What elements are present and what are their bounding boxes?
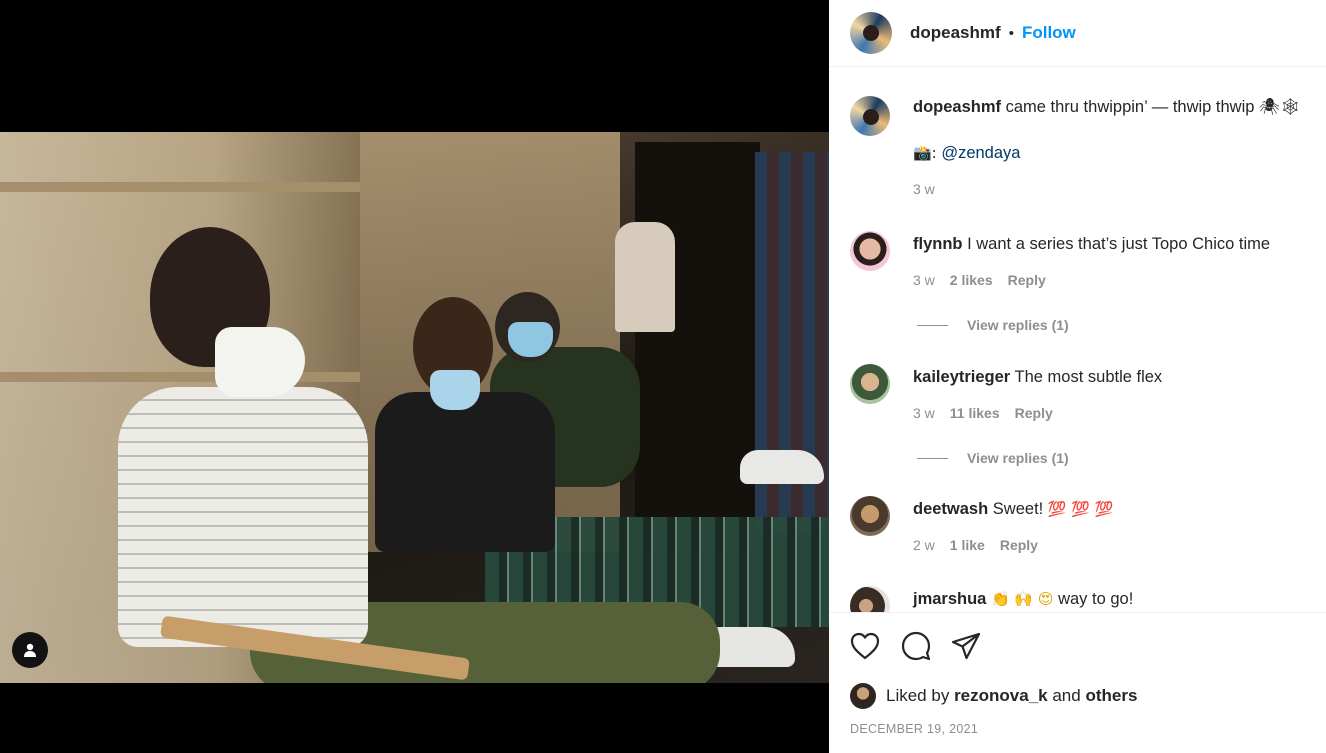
- comment-likes[interactable]: 2 likes: [950, 272, 993, 288]
- post-photo[interactable]: [0, 132, 829, 683]
- comment-item: kaileytrieger The most subtle flex 3 w 1…: [850, 364, 1162, 421]
- reply-button[interactable]: Reply: [1000, 537, 1038, 553]
- caption-credit: 📸: @zendaya: [913, 142, 1301, 164]
- caption-username[interactable]: dopeashmf: [913, 98, 1001, 116]
- post-actions: Liked by rezonova_k and others DECEMBER …: [829, 612, 1326, 753]
- view-replies-label: View replies (1): [967, 317, 1069, 333]
- comment-text: way to go!: [1058, 590, 1134, 608]
- comment-item: deetwash Sweet! 💯 💯 💯 2 w 1 like Reply: [850, 496, 1113, 553]
- photo-beam: [0, 372, 360, 382]
- mention-link[interactable]: @zendaya: [941, 144, 1020, 162]
- reply-button[interactable]: Reply: [1008, 272, 1046, 288]
- post-header: dopeashmf • Follow: [829, 0, 1326, 67]
- avatar[interactable]: [850, 231, 890, 271]
- comment-username[interactable]: kaileytrieger: [913, 368, 1010, 386]
- photo-mask: [430, 370, 480, 410]
- comment-button[interactable]: [899, 629, 933, 663]
- comment-time[interactable]: 2 w: [913, 537, 935, 553]
- comment-time[interactable]: 3 w: [913, 405, 935, 421]
- avatar[interactable]: [850, 586, 890, 612]
- share-icon: [951, 632, 981, 660]
- liked-by-prefix: Liked by: [886, 686, 950, 705]
- avatar[interactable]: [850, 496, 890, 536]
- caption-body: came thru thwippin’ — thwip thwip 🕷🕸: [1005, 98, 1301, 116]
- comment-username[interactable]: deetwash: [913, 500, 988, 518]
- heart-icon: [850, 632, 880, 660]
- photo-doorway: [635, 142, 760, 552]
- view-replies-button[interactable]: View replies (1): [917, 450, 1069, 466]
- comment-username[interactable]: flynnb: [913, 235, 963, 253]
- avatar[interactable]: [850, 683, 876, 709]
- view-replies-button[interactable]: View replies (1): [917, 317, 1069, 333]
- liked-by-others[interactable]: others: [1085, 686, 1137, 706]
- share-button[interactable]: [949, 629, 983, 663]
- reply-button[interactable]: Reply: [1015, 405, 1053, 421]
- comment-text: Sweet!: [992, 500, 1044, 518]
- photo-mask: [215, 327, 305, 397]
- comment-likes[interactable]: 1 like: [950, 537, 985, 553]
- hundred-emoji: 💯 💯 💯: [1047, 500, 1114, 518]
- liked-by-user[interactable]: rezonova_k: [954, 686, 1048, 706]
- caption-time[interactable]: 3 w: [913, 181, 935, 197]
- photo-beam: [0, 182, 360, 192]
- photo-background-person: [615, 222, 675, 332]
- post-date[interactable]: DECEMBER 19, 2021: [850, 722, 978, 736]
- avatar[interactable]: [850, 364, 890, 404]
- photo-person: [375, 392, 555, 552]
- clap-emoji: 👏 🙌 😍: [990, 590, 1054, 608]
- comment-username[interactable]: jmarshua: [913, 590, 986, 608]
- avatar[interactable]: [850, 96, 890, 136]
- post-panel: dopeashmf • Follow dopeashmf came thru t…: [829, 0, 1326, 753]
- user-tag-button[interactable]: [12, 632, 48, 668]
- divider: [917, 324, 948, 326]
- comment-text: The most subtle flex: [1014, 368, 1163, 386]
- user-tag-icon: [24, 643, 36, 657]
- post-media: [0, 0, 829, 753]
- comment-item: jmarshua 👏 🙌 😍 way to go!: [850, 586, 1133, 612]
- caption-text: dopeashmf came thru thwippin’ — thwip th…: [913, 96, 1301, 118]
- header-username[interactable]: dopeashmf: [910, 23, 1001, 43]
- like-button[interactable]: [848, 629, 882, 663]
- caption: dopeashmf came thru thwippin’ — thwip th…: [850, 96, 1301, 197]
- separator-dot: •: [1008, 24, 1014, 42]
- camera-emoji: 📸:: [913, 144, 937, 162]
- comment-icon: [901, 631, 931, 661]
- liked-by-and: and: [1052, 686, 1081, 705]
- comment-likes[interactable]: 11 likes: [950, 405, 1000, 421]
- divider: [917, 457, 948, 459]
- photo-mask: [508, 322, 553, 357]
- comment-item: flynnb I want a series that’s just Topo …: [850, 231, 1270, 288]
- comment-time[interactable]: 3 w: [913, 272, 935, 288]
- comments-list[interactable]: dopeashmf came thru thwippin’ — thwip th…: [829, 68, 1326, 612]
- photo-person: [118, 387, 368, 647]
- view-replies-label: View replies (1): [967, 450, 1069, 466]
- follow-button[interactable]: Follow: [1022, 23, 1076, 43]
- photo-sneaker: [740, 450, 824, 484]
- comment-text: I want a series that’s just Topo Chico t…: [967, 235, 1271, 253]
- likes-summary: Liked by rezonova_k and others: [850, 683, 1137, 709]
- avatar[interactable]: [850, 12, 892, 54]
